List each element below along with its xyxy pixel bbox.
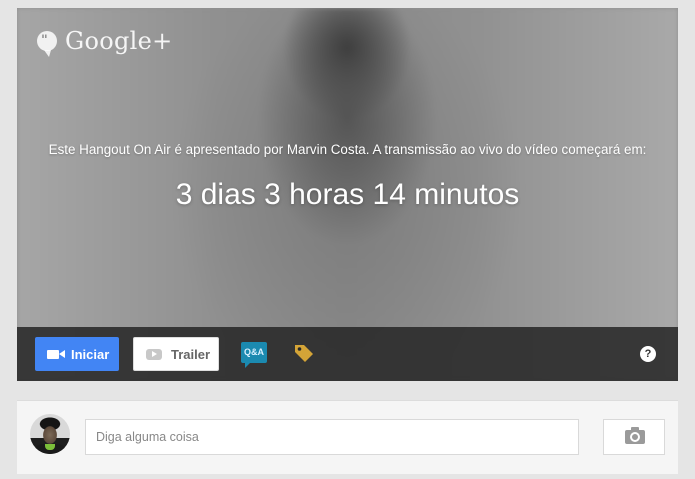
broadcast-info-text: Este Hangout On Air é apresentado por Ma… [48, 142, 647, 157]
post-input[interactable] [85, 419, 579, 455]
add-photo-button[interactable] [603, 419, 665, 455]
avatar-collar [45, 444, 55, 450]
hangout-on-air-banner: " Google+ Este Hangout On Air é apresent… [17, 8, 678, 381]
qa-app-icon[interactable]: Q&A [241, 342, 267, 368]
avatar [30, 414, 70, 454]
post-composer [17, 400, 678, 474]
youtube-play-icon [146, 348, 162, 360]
logo-wordmark: Google+ [65, 27, 173, 55]
start-button-label: Iniciar [71, 346, 110, 362]
help-button[interactable]: ? [640, 346, 656, 362]
trailer-button[interactable]: Trailer [133, 337, 219, 371]
hangouts-icon: " [37, 31, 57, 57]
video-camera-icon [47, 349, 65, 359]
google-plus-logo: " Google+ [37, 26, 173, 57]
camera-icon [625, 427, 645, 444]
countdown-timer: 3 dias 3 horas 14 minutos [175, 178, 520, 211]
hangout-toolbar: Iniciar Trailer Q&A ? [17, 327, 678, 381]
start-button[interactable]: Iniciar [35, 337, 119, 371]
tag-icon[interactable] [293, 342, 315, 364]
trailer-button-label: Trailer [171, 346, 211, 362]
